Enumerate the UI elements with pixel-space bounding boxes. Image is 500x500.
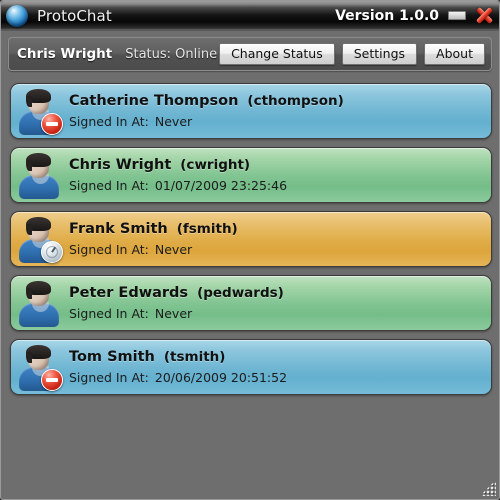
contact-name: Tom Smith (69, 349, 155, 365)
signed-in-value: 20/06/2009 20:51:52 (154, 370, 288, 385)
signed-in-line: Signed In At: Never (69, 114, 344, 129)
contact-row[interactable]: Peter Edwards (pedwards) Signed In At: Neve… (10, 275, 492, 331)
avatar-body (19, 302, 59, 327)
avatar-hair (26, 345, 51, 363)
busy-status-icon (41, 113, 63, 135)
signed-in-label: Signed In At: (69, 306, 149, 321)
avatar-hair (26, 217, 51, 235)
signed-in-label: Signed In At: (69, 370, 149, 385)
contact-row[interactable]: Catherine Thompson (cthompson) Signed In A… (10, 83, 492, 139)
contact-name: Chris Wright (69, 157, 172, 173)
contact-username: (cthompson) (247, 93, 344, 109)
close-x-icon[interactable] (475, 7, 493, 25)
toolbar-button-group: Change Status Settings About (219, 43, 485, 65)
user-toolbar: Chris Wright Status: Online Change Statu… (8, 37, 492, 71)
contact-name: Catherine Thompson (69, 93, 239, 109)
blue-sphere-icon (6, 4, 28, 27)
signed-in-label: Signed In At: (69, 178, 149, 193)
contact-username: (pedwards) (197, 285, 284, 301)
signed-in-value: Never (154, 306, 193, 321)
contact-row[interactable]: Frank Smith (fsmith) Signed In At: Never (10, 211, 492, 267)
signed-in-value: Never (154, 242, 193, 257)
contact-name-line: Frank Smith (fsmith) (69, 221, 238, 237)
title-bar: ProtoChat Version 1.0.0 (1, 1, 499, 31)
contact-row[interactable]: Chris Wright (cwright) Signed In At: 01/07/… (10, 147, 492, 203)
contact-username: (fsmith) (176, 221, 238, 237)
protochat-window: ProtoChat Version 1.0.0 Chris Wright Sta… (0, 0, 500, 500)
about-button[interactable]: About (424, 43, 485, 65)
user-avatar-icon (17, 87, 63, 135)
settings-button[interactable]: Settings (341, 43, 418, 65)
contact-name-line: Peter Edwards (pedwards) (69, 285, 284, 301)
contact-name-line: Catherine Thompson (cthompson) (69, 93, 344, 109)
user-avatar-icon (17, 279, 61, 327)
signed-in-line: Signed In At: Never (69, 306, 284, 321)
minimize-icon[interactable] (448, 11, 466, 20)
signed-in-line: Signed In At: 01/07/2009 23:25:46 (69, 178, 287, 193)
change-status-button[interactable]: Change Status (219, 43, 335, 65)
window-controls: Version 1.0.0 (335, 7, 493, 25)
signed-in-value: Never (154, 114, 193, 129)
contact-username: (cwright) (180, 157, 251, 173)
avatar-hair (26, 89, 51, 107)
app-title: ProtoChat (37, 6, 112, 25)
avatar-hair (26, 281, 51, 299)
signed-in-label: Signed In At: (69, 242, 149, 257)
user-avatar-icon (17, 151, 61, 199)
contact-text: Tom Smith (tsmith) Signed In At: 20/06/2009… (69, 349, 287, 385)
avatar-body (19, 174, 59, 199)
resize-grip-icon[interactable] (482, 482, 496, 496)
contact-text: Chris Wright (cwright) Signed In At: 01/07/… (69, 157, 287, 193)
signed-in-value: 01/07/2009 23:25:46 (154, 178, 288, 193)
signed-in-line: Signed In At: Never (69, 242, 238, 257)
contact-text: Frank Smith (fsmith) Signed In At: Never (69, 221, 238, 257)
current-user-name: Chris Wright (17, 46, 113, 62)
contact-row[interactable]: Tom Smith (tsmith) Signed In At: 20/06/2009… (10, 339, 492, 395)
version-label: Version 1.0.0 (335, 7, 439, 24)
contact-text: Peter Edwards (pedwards) Signed In At: Neve… (69, 285, 284, 321)
contact-text: Catherine Thompson (cthompson) Signed In A… (69, 93, 344, 129)
avatar-hair (26, 153, 51, 171)
contact-name-line: Chris Wright (cwright) (69, 157, 287, 173)
signed-in-label: Signed In At: (69, 114, 149, 129)
signed-in-line: Signed In At: 20/06/2009 20:51:52 (69, 370, 287, 385)
contact-name: Peter Edwards (69, 285, 189, 301)
contact-name: Frank Smith (69, 221, 168, 237)
busy-status-icon (41, 369, 63, 391)
contact-list[interactable]: Catherine Thompson (cthompson) Signed In A… (1, 77, 499, 499)
contact-name-line: Tom Smith (tsmith) (69, 349, 287, 365)
user-avatar-icon (17, 215, 63, 263)
contact-username: (tsmith) (163, 349, 226, 365)
current-user-status: Status: Online (125, 46, 218, 62)
away-clock-icon (41, 241, 63, 263)
user-avatar-icon (17, 343, 63, 391)
